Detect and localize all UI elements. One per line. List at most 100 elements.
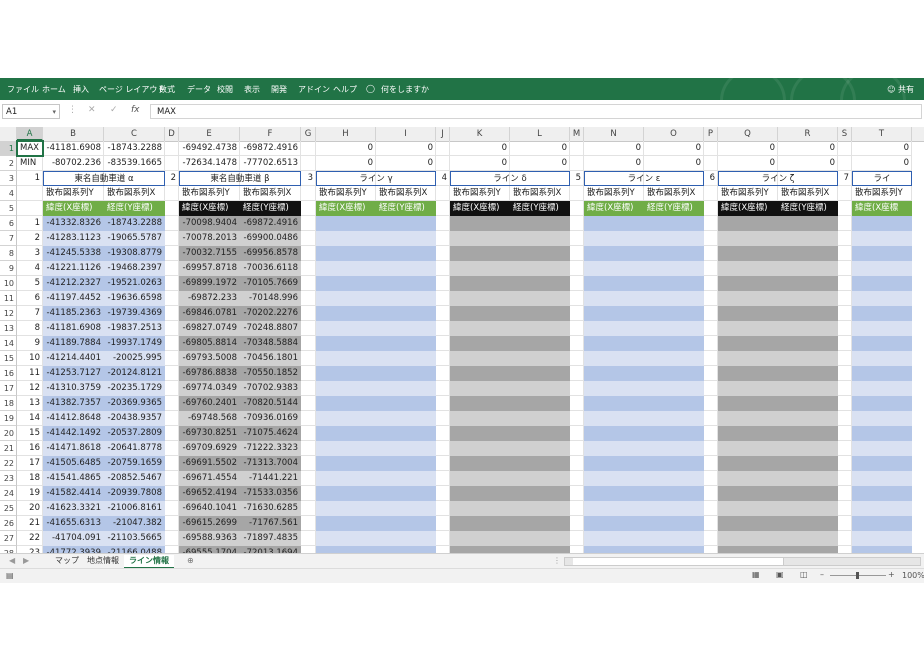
grid-cell[interactable] <box>165 321 179 336</box>
group-number[interactable]: 7 <box>838 171 852 186</box>
empty-band[interactable] <box>510 336 570 351</box>
grid-cell[interactable] <box>165 351 179 366</box>
empty-band[interactable] <box>584 231 644 246</box>
empty-band[interactable] <box>778 276 838 291</box>
row-index[interactable]: 17 <box>17 456 43 471</box>
alpha-lon[interactable]: -20759.1659 <box>104 456 165 471</box>
header-latitude[interactable]: 緯度(X座標 <box>852 201 912 216</box>
empty-band[interactable] <box>718 396 778 411</box>
grid-cell[interactable] <box>570 156 584 171</box>
grid-cell[interactable] <box>570 351 584 366</box>
tab-insert[interactable]: 挿入 <box>73 84 89 95</box>
grid-cell[interactable] <box>436 516 450 531</box>
add-sheet-icon[interactable]: ⊕ <box>182 555 199 567</box>
group-number[interactable]: 6 <box>704 171 718 186</box>
beta-lon[interactable]: -70202.2276 <box>240 306 301 321</box>
grid-cell[interactable] <box>704 531 718 546</box>
grid-cell[interactable] <box>165 246 179 261</box>
alpha-lat[interactable]: -41245.5338 <box>43 246 104 261</box>
grid-cell[interactable] <box>301 426 316 441</box>
empty-band[interactable] <box>450 336 510 351</box>
empty-band[interactable] <box>584 546 644 553</box>
alpha-lat[interactable]: -41197.4452 <box>43 291 104 306</box>
min-zero[interactable]: 0 <box>510 156 570 171</box>
alpha-lat[interactable]: -41655.6313 <box>43 516 104 531</box>
sheet-tab-lines[interactable]: ライン情報 <box>124 555 174 569</box>
empty-band[interactable] <box>644 456 704 471</box>
grid-cell[interactable] <box>436 486 450 501</box>
header-longitude[interactable]: 経度(Y座標) <box>510 201 570 216</box>
alpha-lon[interactable]: -19636.6598 <box>104 291 165 306</box>
empty-band[interactable] <box>852 351 912 366</box>
empty-band[interactable] <box>316 426 376 441</box>
tab-addins[interactable]: アドイン <box>298 84 330 95</box>
header-latitude[interactable]: 緯度(X座標) <box>584 201 644 216</box>
grid-cell[interactable] <box>436 306 450 321</box>
empty-band[interactable] <box>510 216 570 231</box>
empty-band[interactable] <box>718 441 778 456</box>
empty-band[interactable] <box>852 501 912 516</box>
beta-lat[interactable]: -69730.8251 <box>179 426 240 441</box>
column-header-b[interactable]: B <box>43 127 104 141</box>
min-zero[interactable]: 0 <box>376 156 436 171</box>
tab-view[interactable]: 表示 <box>244 84 260 95</box>
empty-band[interactable] <box>718 471 778 486</box>
grid-cell[interactable] <box>704 441 718 456</box>
grid-cell[interactable] <box>301 396 316 411</box>
max-zero[interactable]: 0 <box>376 141 436 156</box>
beta-lon[interactable]: -71222.3323 <box>240 441 301 456</box>
beta-lat[interactable]: -69793.5008 <box>179 351 240 366</box>
grid-cell[interactable] <box>570 291 584 306</box>
empty-band[interactable] <box>450 471 510 486</box>
empty-band[interactable] <box>718 381 778 396</box>
min-zero[interactable]: 0 <box>852 156 912 171</box>
grid-cell[interactable] <box>570 141 584 156</box>
alpha-lon[interactable]: -20438.9357 <box>104 411 165 426</box>
empty-band[interactable] <box>644 411 704 426</box>
grid-cell[interactable] <box>165 471 179 486</box>
empty-band[interactable] <box>644 336 704 351</box>
grid-cell[interactable] <box>165 501 179 516</box>
empty-band[interactable] <box>450 216 510 231</box>
max-c[interactable]: -18743.2288 <box>104 141 165 156</box>
grid-cell[interactable] <box>838 291 852 306</box>
grid-cell[interactable] <box>436 426 450 441</box>
empty-band[interactable] <box>316 321 376 336</box>
empty-band[interactable] <box>510 366 570 381</box>
empty-band[interactable] <box>644 381 704 396</box>
row-index[interactable]: 3 <box>17 246 43 261</box>
empty-band[interactable] <box>644 261 704 276</box>
empty-band[interactable] <box>316 456 376 471</box>
header-latitude[interactable]: 緯度(X座標) <box>179 201 240 216</box>
empty-band[interactable] <box>718 366 778 381</box>
beta-lon[interactable]: -69872.4916 <box>240 216 301 231</box>
alpha-lat[interactable]: -41212.2327 <box>43 276 104 291</box>
empty-band[interactable] <box>778 516 838 531</box>
empty-band[interactable] <box>376 246 436 261</box>
alpha-lon[interactable]: -21166.0488 <box>104 546 165 553</box>
empty-band[interactable] <box>316 306 376 321</box>
scrollbar-thumb[interactable] <box>573 558 784 565</box>
empty-band[interactable] <box>718 336 778 351</box>
empty-band[interactable] <box>510 426 570 441</box>
empty-band[interactable] <box>376 501 436 516</box>
grid-cell[interactable] <box>301 441 316 456</box>
empty-band[interactable] <box>316 336 376 351</box>
empty-band[interactable] <box>584 486 644 501</box>
group-title[interactable]: ライン γ <box>316 171 436 186</box>
max-zero[interactable]: 0 <box>644 141 704 156</box>
empty-band[interactable] <box>718 261 778 276</box>
grid-cell[interactable] <box>570 396 584 411</box>
beta-lon[interactable]: -71767.561 <box>240 516 301 531</box>
empty-band[interactable] <box>778 456 838 471</box>
max-zero[interactable]: 0 <box>510 141 570 156</box>
header-longitude[interactable]: 経度(Y座標) <box>778 201 838 216</box>
empty-band[interactable] <box>718 411 778 426</box>
grid-cell[interactable] <box>570 501 584 516</box>
empty-band[interactable] <box>376 291 436 306</box>
empty-band[interactable] <box>510 246 570 261</box>
alpha-lat[interactable]: -41214.4401 <box>43 351 104 366</box>
grid-cell[interactable] <box>165 411 179 426</box>
empty-band[interactable] <box>852 471 912 486</box>
tab-review[interactable]: 校閲 <box>217 84 233 95</box>
